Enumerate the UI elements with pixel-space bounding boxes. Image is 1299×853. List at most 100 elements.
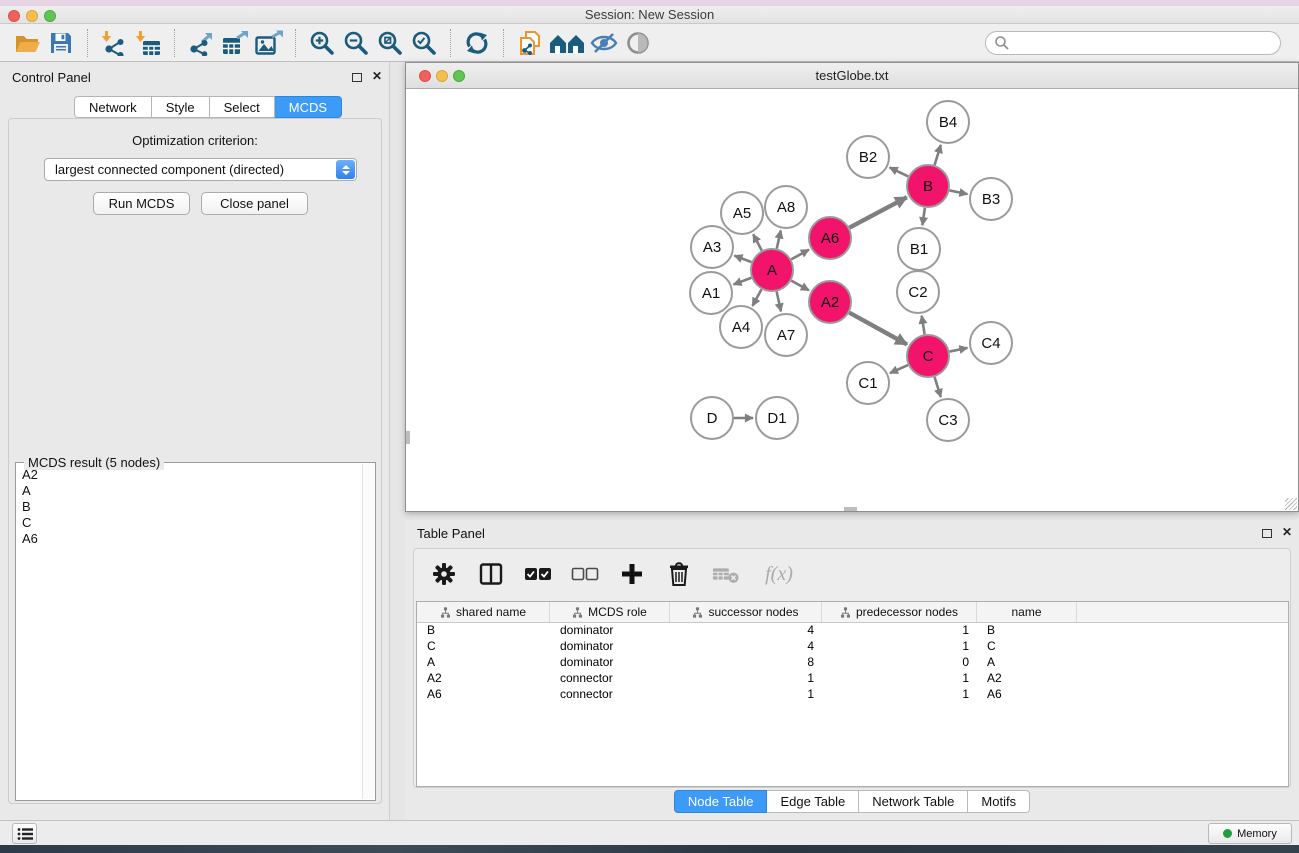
- column-header-name[interactable]: name: [977, 602, 1077, 622]
- network-edge-C-C2[interactable]: [922, 316, 925, 335]
- home-view-button[interactable]: [547, 27, 587, 59]
- show-panels-button[interactable]: [621, 27, 655, 59]
- table-cell[interactable]: B: [977, 623, 1077, 639]
- save-session-button[interactable]: [44, 27, 78, 59]
- table-cell[interactable]: A: [977, 655, 1077, 671]
- table-cell[interactable]: 8: [670, 655, 822, 671]
- zoom-in-button[interactable]: [305, 27, 339, 59]
- import-network-button[interactable]: [97, 27, 131, 59]
- table-cell[interactable]: 1: [670, 687, 822, 703]
- network-edge-A6-B[interactable]: [849, 197, 906, 227]
- mcds-result-item[interactable]: A2: [16, 467, 362, 483]
- network-node-A4[interactable]: [720, 306, 762, 348]
- mcds-result-item[interactable]: A: [16, 483, 362, 499]
- resize-handle-icon[interactable]: [1285, 498, 1297, 510]
- close-panel-icon[interactable]: ✕: [372, 69, 382, 83]
- table-cell[interactable]: A2: [977, 671, 1077, 687]
- minimize-window-button[interactable]: [26, 10, 38, 22]
- table-row[interactable]: A2connector11A2: [417, 671, 1288, 687]
- table-cell[interactable]: 1: [822, 687, 977, 703]
- minimize-network-button[interactable]: [436, 70, 448, 82]
- table-cell[interactable]: connector: [550, 687, 670, 703]
- network-node-B4[interactable]: [927, 101, 969, 143]
- network-node-C2[interactable]: [897, 271, 939, 313]
- tab-mcds[interactable]: MCDS: [275, 96, 342, 118]
- close-network-button[interactable]: [419, 70, 431, 82]
- table-cell[interactable]: 1: [822, 623, 977, 639]
- network-edge-C-C1[interactable]: [890, 365, 908, 373]
- export-table-button[interactable]: [218, 27, 252, 59]
- table-cell[interactable]: A6: [977, 687, 1077, 703]
- export-network-button[interactable]: [184, 27, 218, 59]
- hide-panels-button[interactable]: [587, 27, 621, 59]
- network-edge-A-A5[interactable]: [753, 234, 762, 250]
- search-input[interactable]: [985, 31, 1281, 55]
- network-edge-B-B1[interactable]: [922, 208, 924, 225]
- export-image-button[interactable]: [252, 27, 286, 59]
- table-row[interactable]: Cdominator41C: [417, 639, 1288, 655]
- network-node-A3[interactable]: [691, 226, 733, 268]
- network-node-A5[interactable]: [721, 192, 763, 234]
- delete-table-button[interactable]: [712, 560, 740, 588]
- task-history-button[interactable]: [12, 823, 37, 844]
- column-header-shared-name[interactable]: shared name: [417, 602, 550, 622]
- delete-column-button[interactable]: [665, 560, 693, 588]
- network-node-C3[interactable]: [927, 399, 969, 441]
- table-cell[interactable]: 1: [670, 671, 822, 687]
- table-cell[interactable]: 0: [822, 655, 977, 671]
- scrollbar-track[interactable]: [362, 464, 374, 799]
- table-cell[interactable]: dominator: [550, 655, 670, 671]
- network-node-A2[interactable]: [809, 281, 851, 323]
- zoom-selected-button[interactable]: [407, 27, 441, 59]
- close-panel-icon[interactable]: ✕: [1282, 525, 1292, 539]
- vertical-scrollbar-thumb[interactable]: [406, 431, 410, 444]
- table-cell[interactable]: dominator: [550, 623, 670, 639]
- network-canvas[interactable]: B4B2BB3A5A8A6B1A3AC2A1A2A4A7C4CC1C3DD1: [406, 89, 1298, 511]
- tab-edge-table[interactable]: Edge Table: [767, 790, 859, 813]
- close-panel-button[interactable]: Close panel: [201, 192, 308, 215]
- network-edge-A-A6[interactable]: [791, 250, 809, 260]
- create-column-button[interactable]: [618, 560, 646, 588]
- network-edge-B-B3[interactable]: [950, 190, 968, 194]
- table-settings-button[interactable]: [430, 560, 458, 588]
- zoom-fit-button[interactable]: [373, 27, 407, 59]
- mcds-result-item[interactable]: C: [16, 515, 362, 531]
- table-cell[interactable]: dominator: [550, 639, 670, 655]
- tab-network[interactable]: Network: [74, 96, 152, 118]
- table-cell[interactable]: connector: [550, 671, 670, 687]
- tab-network-table[interactable]: Network Table: [859, 790, 968, 813]
- select-all-button[interactable]: [524, 560, 552, 588]
- column-header-predecessor-nodes[interactable]: predecessor nodes: [822, 602, 977, 622]
- network-node-B[interactable]: [907, 165, 949, 207]
- float-panel-icon[interactable]: [352, 73, 362, 82]
- table-cell[interactable]: 4: [670, 623, 822, 639]
- horizontal-scrollbar-thumb[interactable]: [844, 507, 857, 511]
- tab-style[interactable]: Style: [152, 96, 210, 118]
- table-cell[interactable]: A2: [417, 671, 550, 687]
- zoom-out-button[interactable]: [339, 27, 373, 59]
- network-edge-A-A8[interactable]: [777, 230, 781, 248]
- zoom-network-button[interactable]: [453, 70, 465, 82]
- network-node-C4[interactable]: [970, 322, 1012, 364]
- import-table-button[interactable]: [131, 27, 165, 59]
- tab-motifs[interactable]: Motifs: [968, 790, 1030, 813]
- network-edge-A-A7[interactable]: [777, 292, 781, 312]
- table-row[interactable]: Bdominator41B: [417, 623, 1288, 639]
- run-mcds-button[interactable]: Run MCDS: [93, 192, 190, 215]
- mcds-result-item[interactable]: A6: [16, 531, 362, 547]
- network-node-C1[interactable]: [847, 362, 889, 404]
- deselect-all-button[interactable]: [571, 560, 599, 588]
- network-node-A[interactable]: [751, 249, 793, 291]
- criterion-select[interactable]: largest connected component (directed): [44, 158, 357, 181]
- table-cell[interactable]: 4: [670, 639, 822, 655]
- refresh-button[interactable]: [460, 27, 494, 59]
- network-node-B3[interactable]: [970, 178, 1012, 220]
- memory-button[interactable]: Memory: [1208, 823, 1292, 844]
- network-node-D[interactable]: [691, 397, 733, 439]
- table-row[interactable]: Adominator80A: [417, 655, 1288, 671]
- column-header-successor-nodes[interactable]: successor nodes: [670, 602, 822, 622]
- network-node-A8[interactable]: [765, 186, 807, 228]
- table-cell[interactable]: B: [417, 623, 550, 639]
- network-node-A7[interactable]: [765, 314, 807, 356]
- network-edge-A-A4[interactable]: [752, 289, 761, 306]
